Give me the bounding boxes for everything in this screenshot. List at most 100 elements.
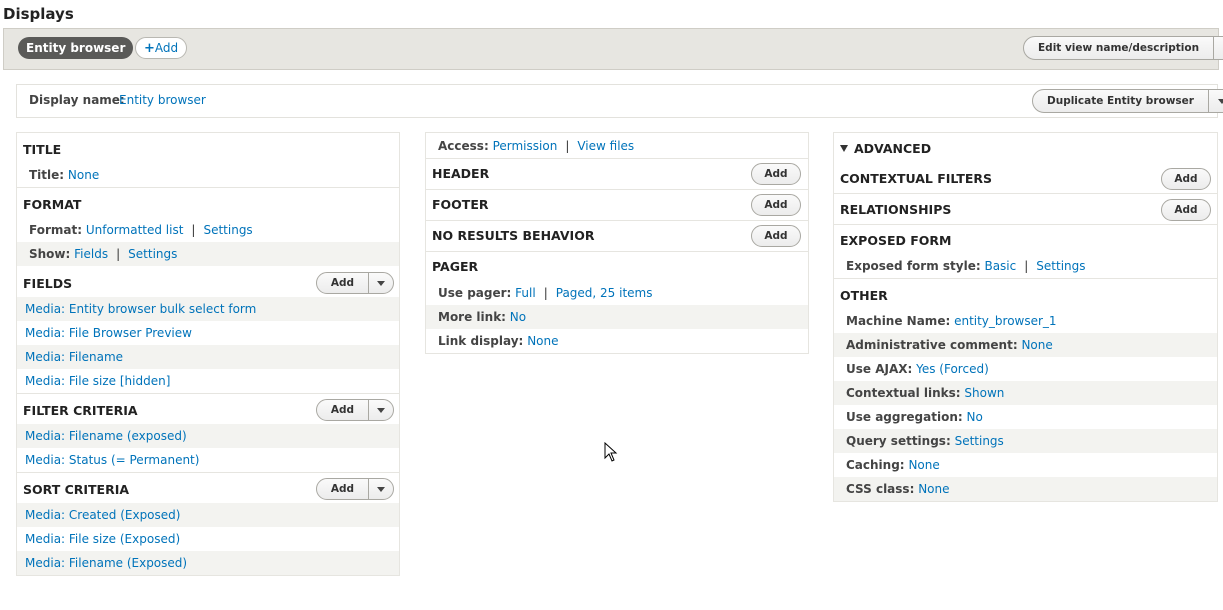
other-label: CSS class: [846, 482, 915, 496]
exposed-form-value[interactable]: Basic [984, 259, 1016, 273]
chevron-down-icon [377, 280, 385, 286]
middle-column: Access: Permission | View files HEADER Add… [425, 132, 809, 354]
table-row: Use AJAX: Yes (Forced) [834, 357, 1217, 381]
filter-link[interactable]: Media: Filename (exposed) [25, 429, 187, 443]
title-value-link[interactable]: None [68, 168, 99, 182]
format-row: Format: Unformatted list | Settings [29, 223, 253, 237]
show-settings-link[interactable]: Settings [128, 247, 177, 261]
show-label: Show: [29, 247, 71, 261]
title-label: Title: [29, 168, 65, 182]
display-name-label: Display name: [29, 93, 125, 107]
contextual-filters-header: CONTEXTUAL FILTERS [840, 171, 993, 186]
duplicate-dropdown-toggle[interactable] [1207, 90, 1223, 112]
edit-dropdown-toggle[interactable] [1213, 37, 1223, 59]
use-pager-row: Use pager: Full | Paged, 25 items [438, 286, 653, 300]
add-display-button[interactable]: +Add [135, 37, 188, 59]
relationships-add-button[interactable]: Add [1161, 199, 1211, 221]
access-row: Access: Permission | View files [438, 139, 635, 153]
other-value-link[interactable]: Yes (Forced) [916, 362, 989, 376]
other-value-link[interactable]: entity_browser_1 [954, 314, 1056, 328]
no-results-add-button[interactable]: Add [751, 225, 801, 247]
contextual-add-button[interactable]: Add [1161, 168, 1211, 190]
more-link-label: More link: [438, 310, 506, 324]
access-value-link[interactable]: Permission [493, 139, 558, 153]
table-row: Administrative comment: None [834, 333, 1217, 357]
exposed-form-label: Exposed form style: [846, 259, 981, 273]
filter-add-label[interactable]: Add [317, 400, 368, 420]
table-row: Query settings: Settings [834, 429, 1217, 453]
advanced-label: ADVANCED [854, 141, 932, 156]
sort-link[interactable]: Media: File size (Exposed) [25, 532, 180, 546]
field-link[interactable]: Media: File size [hidden] [25, 374, 170, 388]
other-value-link[interactable]: No [967, 410, 983, 424]
mouse-cursor-icon [604, 442, 618, 462]
filter-add-dropdown[interactable] [368, 400, 393, 420]
use-pager-label: Use pager: [438, 286, 512, 300]
duplicate-button[interactable]: Duplicate Entity browser [1032, 89, 1223, 113]
display-name-link[interactable]: Entity browser [119, 93, 206, 107]
field-link[interactable]: Media: Entity browser bulk select form [25, 302, 256, 316]
sort-add-button[interactable]: Add [316, 478, 394, 500]
list-item: Media: File size (Exposed) [17, 527, 399, 551]
filter-add-button[interactable]: Add [316, 399, 394, 421]
use-pager-link[interactable]: Full [515, 286, 536, 300]
advanced-toggle[interactable]: ADVANCED [840, 141, 931, 156]
header-add-button[interactable]: Add [751, 163, 801, 185]
list-item: Media: Filename (Exposed) [17, 551, 399, 575]
fields-section-header: FIELDS [23, 276, 73, 291]
show-value-link[interactable]: Fields [74, 247, 108, 261]
other-value-link[interactable]: Settings [955, 434, 1004, 448]
more-link-value[interactable]: No [510, 310, 526, 324]
exposed-form-settings[interactable]: Settings [1036, 259, 1085, 273]
other-label: Caching: [846, 458, 905, 472]
sort-link[interactable]: Media: Filename (Exposed) [25, 556, 187, 570]
fields-add-label[interactable]: Add [317, 273, 368, 293]
relationships-header: RELATIONSHIPS [840, 202, 952, 217]
other-label: Use aggregation: [846, 410, 963, 424]
fields-add-dropdown[interactable] [368, 273, 393, 293]
table-row: CSS class: None [834, 477, 1217, 501]
fields-add-button[interactable]: Add [316, 272, 394, 294]
other-value-link[interactable]: Shown [964, 386, 1004, 400]
format-label: Format: [29, 223, 83, 237]
format-value-link[interactable]: Unformatted list [86, 223, 184, 237]
other-value-link[interactable]: None [1021, 338, 1052, 352]
no-results-section-header: NO RESULTS BEHAVIOR [432, 228, 595, 243]
field-link[interactable]: Media: File Browser Preview [25, 326, 192, 340]
edit-view-name-button[interactable]: Edit view name/description [1023, 36, 1223, 60]
filter-link[interactable]: Media: Status (= Permanent) [25, 453, 199, 467]
tab-entity-browser[interactable]: Entity browser [18, 37, 134, 59]
list-item: Media: Entity browser bulk select form [17, 297, 399, 321]
pager-section-header: PAGER [432, 259, 479, 274]
left-column: TITLE Title: None FORMAT Format: Unforma… [16, 132, 400, 576]
title-row: Title: None [17, 163, 399, 187]
sort-add-label[interactable]: Add [317, 479, 368, 499]
other-value-link[interactable]: None [918, 482, 949, 496]
list-item: Media: File Browser Preview [17, 321, 399, 345]
list-item: Media: Filename (exposed) [17, 424, 399, 448]
other-value-link[interactable]: None [908, 458, 939, 472]
show-row: Show: Fields | Settings [17, 242, 399, 266]
plus-icon: + [144, 41, 155, 56]
sort-link[interactable]: Media: Created (Exposed) [25, 508, 180, 522]
link-display-value[interactable]: None [527, 334, 558, 348]
footer-section-header: FOOTER [432, 197, 489, 212]
table-row: Machine Name: entity_browser_1 [834, 309, 1217, 333]
display-name-bar: Display name: Entity browser Duplicate E… [16, 84, 1223, 118]
right-column: ADVANCED CONTEXTUAL FILTERS Add RELATION… [833, 132, 1218, 502]
header-section-header: HEADER [432, 166, 490, 181]
chevron-down-icon [377, 407, 385, 413]
format-settings-link[interactable]: Settings [203, 223, 252, 237]
pager-items-link[interactable]: Paged, 25 items [556, 286, 653, 300]
field-link[interactable]: Media: Filename [25, 350, 123, 364]
other-label: Query settings: [846, 434, 951, 448]
exposed-form-row: Exposed form style: Basic | Settings [846, 259, 1086, 273]
edit-view-name-label[interactable]: Edit view name/description [1024, 37, 1213, 59]
duplicate-label[interactable]: Duplicate Entity browser [1033, 90, 1208, 112]
access-extra-link[interactable]: View files [577, 139, 634, 153]
footer-add-button[interactable]: Add [751, 194, 801, 216]
table-row: Caching: None [834, 453, 1217, 477]
link-display-row: Link display: None [426, 329, 808, 353]
sort-add-dropdown[interactable] [368, 479, 393, 499]
other-label: Contextual links: [846, 386, 961, 400]
